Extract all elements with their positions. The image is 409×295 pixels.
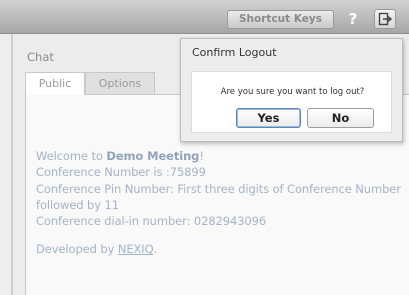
chat-title: Chat xyxy=(27,50,54,64)
yes-button[interactable]: Yes xyxy=(236,108,301,128)
dialog-message: Are you sure you want to log out? xyxy=(220,87,365,97)
developer-link[interactable]: NEXIQ xyxy=(118,242,154,256)
help-button[interactable]: ? xyxy=(343,9,363,29)
shortcut-keys-button[interactable]: Shortcut Keys xyxy=(227,10,334,29)
welcome-message: Welcome to Demo Meeting! Conference Numb… xyxy=(36,148,406,258)
dial-in-line: Conference dial-in number: 0282943096 xyxy=(36,214,267,229)
confirm-logout-dialog: Confirm Logout Are you sure you want to … xyxy=(180,38,403,142)
tab-options[interactable]: Options xyxy=(85,72,155,94)
developed-suffix: . xyxy=(153,242,158,257)
meeting-name: Demo Meeting xyxy=(106,149,200,163)
welcome-prefix: Welcome to xyxy=(36,149,107,163)
sign-out-icon xyxy=(378,12,392,26)
welcome-suffix: ! xyxy=(199,149,204,163)
tab-public[interactable]: Public xyxy=(25,72,85,95)
welcome-line: Welcome to Demo Meeting! xyxy=(36,148,406,164)
developed-by-line: Developed by NEXIQ. xyxy=(36,241,406,257)
adjacent-panel-edge: ​ xyxy=(0,34,12,295)
dialog-title: Confirm Logout xyxy=(192,46,277,59)
conference-number-line: Conference Number is :75899 xyxy=(36,165,206,180)
conference-pin-line: Conference Pin Number: First three digit… xyxy=(36,181,401,212)
top-toolbar: Shortcut Keys ? xyxy=(0,0,409,34)
logout-button[interactable] xyxy=(374,9,396,29)
developed-prefix: Developed by xyxy=(36,242,118,257)
no-button[interactable]: No xyxy=(307,108,374,128)
dialog-content: Are you sure you want to log out? Yes No xyxy=(191,71,392,133)
